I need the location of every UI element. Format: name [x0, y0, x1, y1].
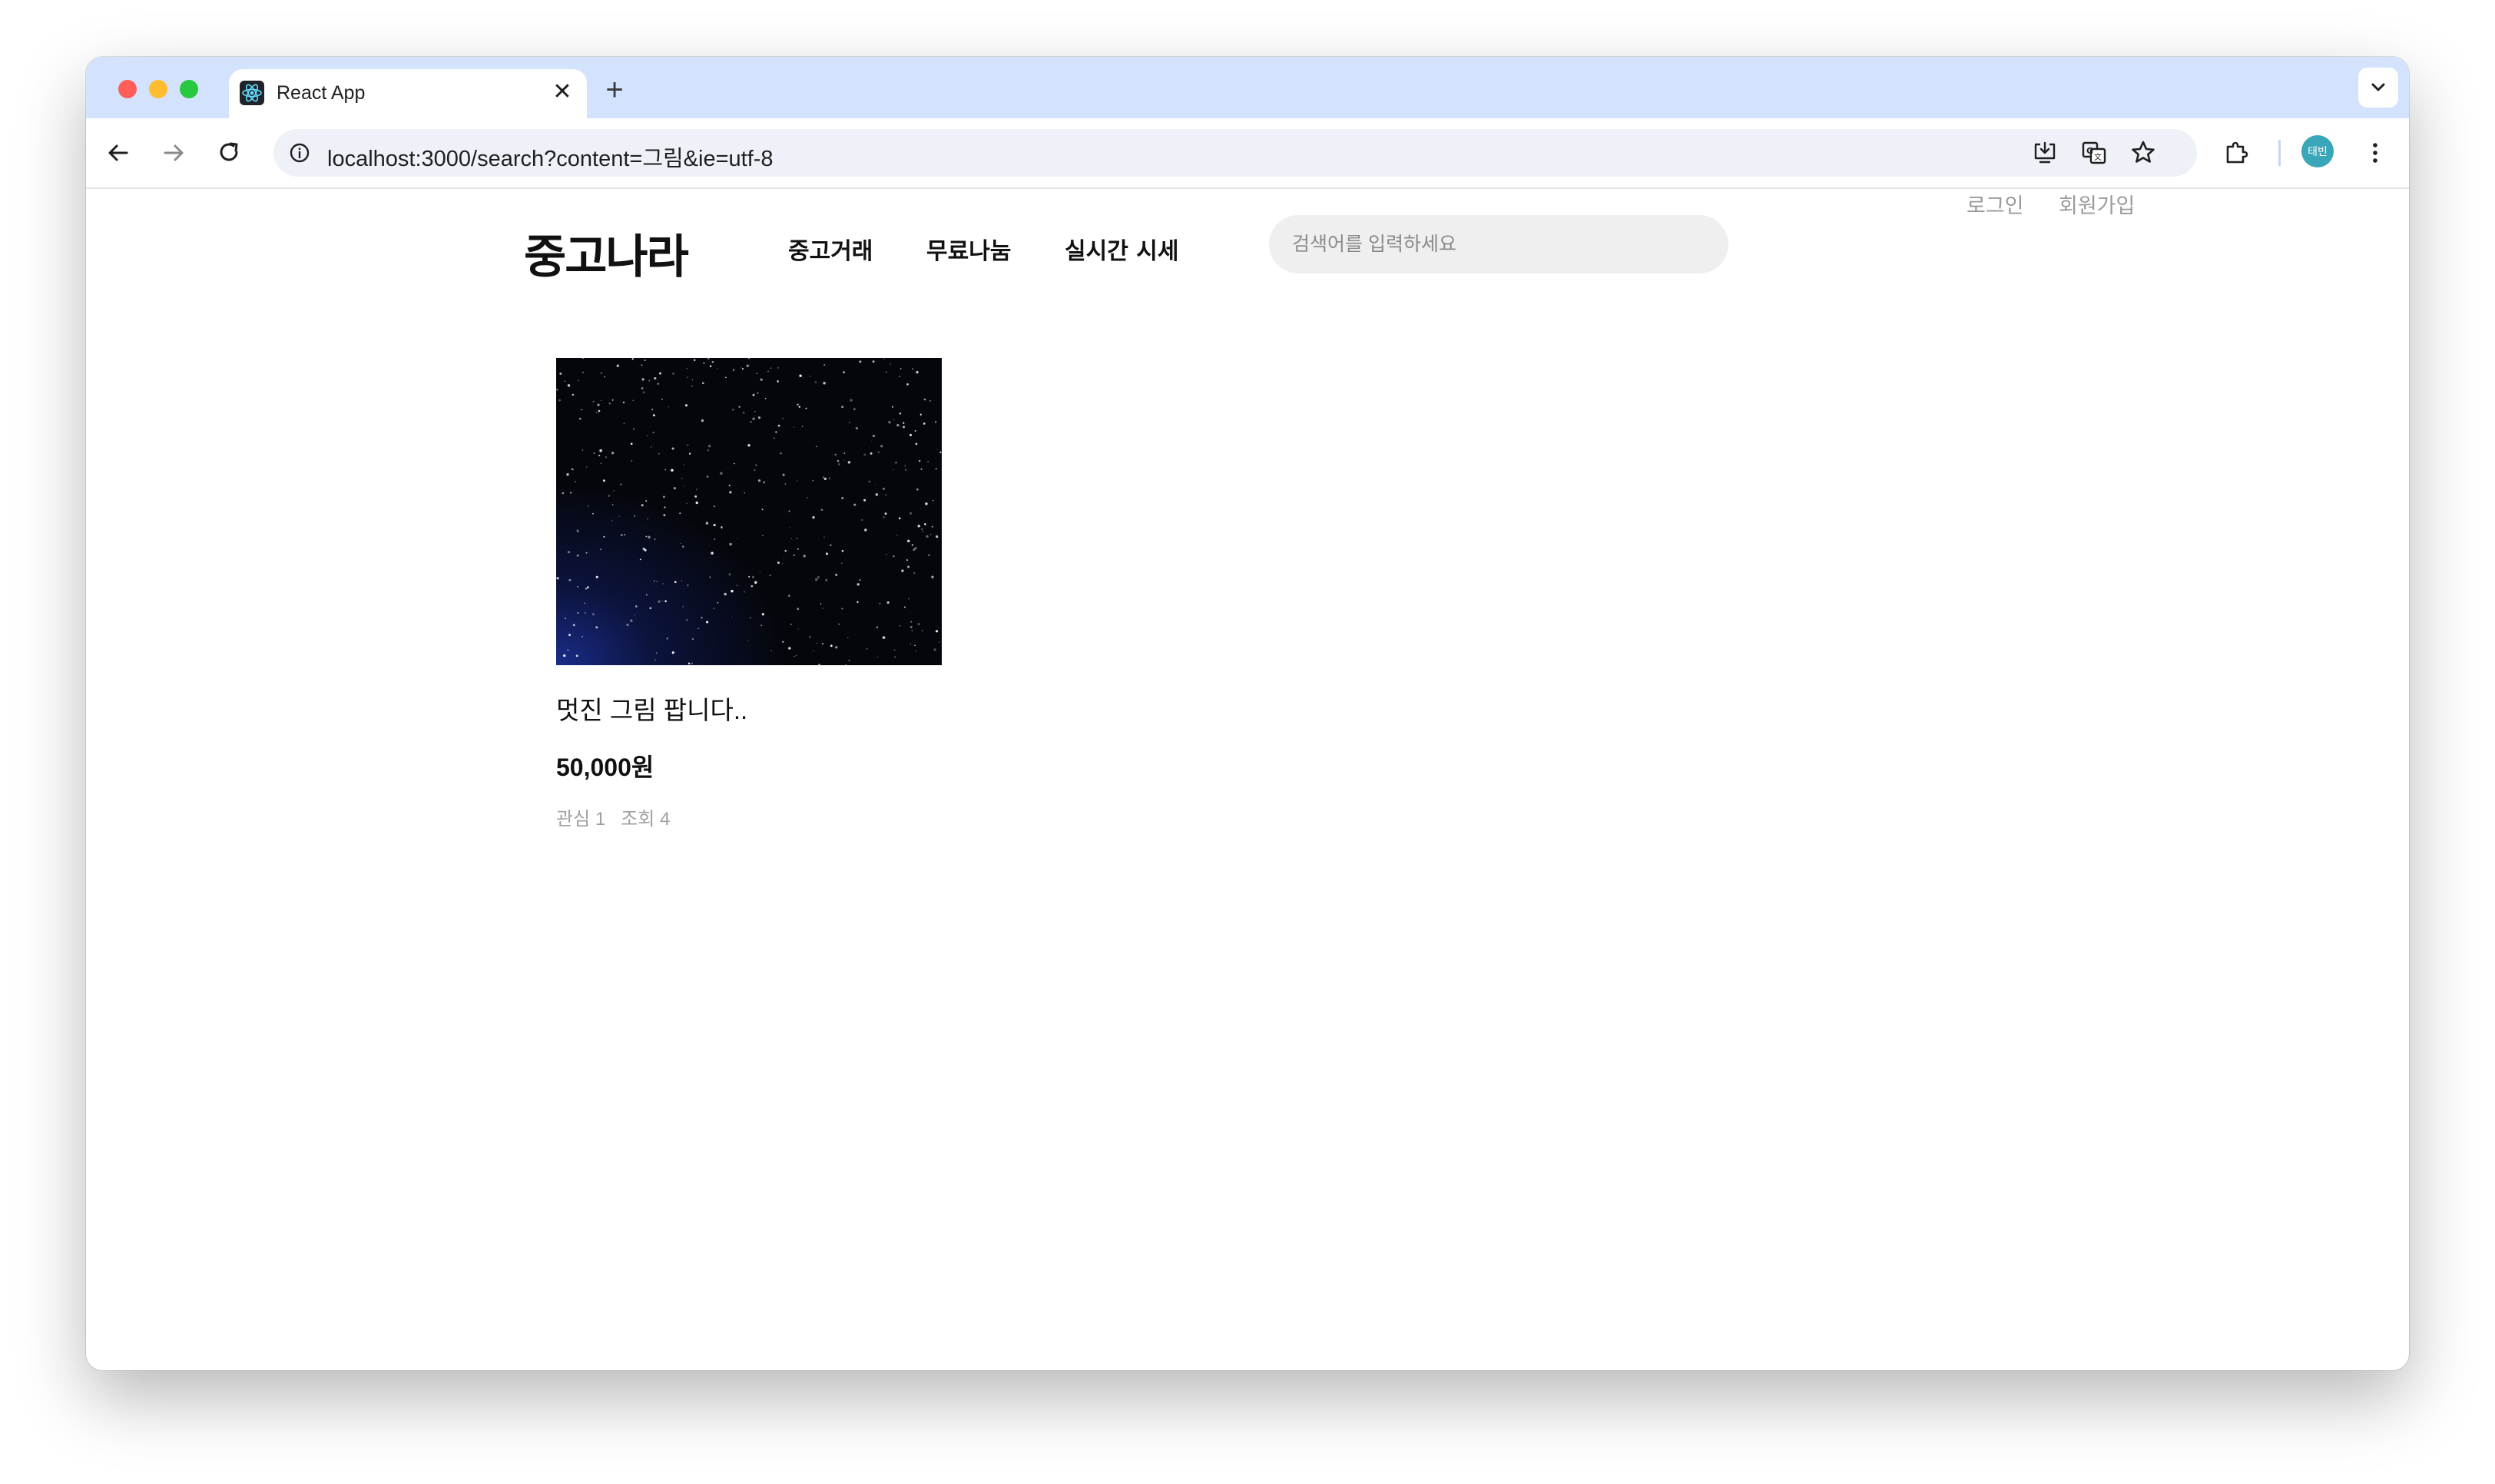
new-tab-plus-icon[interactable]: + [598, 74, 631, 108]
url-text: localhost:3000/search?content=그림&ie=utf-… [327, 147, 774, 171]
page-content: 중고나라 중고거래 무료나눔 실시간 시세 로그인 회원가입 멋진 그림 팝니다… [86, 189, 2409, 1370]
likes-count: 관심 1 [556, 809, 606, 830]
profile-avatar[interactable]: 태빈 [2301, 135, 2334, 167]
tab-search-dropdown-button[interactable] [2358, 68, 2398, 108]
toolbar-divider [2278, 140, 2281, 166]
product-title[interactable]: 멋진 그림 팝니다.. [556, 690, 942, 727]
minimize-window-button[interactable] [149, 80, 167, 98]
svg-text:文: 文 [2094, 152, 2102, 162]
search-input[interactable] [1269, 215, 1728, 273]
product-image[interactable] [556, 358, 942, 665]
nav-live-price[interactable]: 실시간 시세 [1065, 232, 1178, 266]
tab-strip: React App ✕ + [86, 57, 2409, 118]
maximize-window-button[interactable] [180, 80, 198, 98]
product-price: 50,000원 [556, 754, 654, 781]
login-link[interactable]: 로그인 [1967, 189, 2024, 219]
react-favicon-icon [240, 81, 264, 105]
info-icon[interactable] [287, 141, 312, 165]
address-bar[interactable]: localhost:3000/search?content=그림&ie=utf-… [273, 129, 2197, 177]
extensions-icon[interactable] [2222, 137, 2252, 168]
site-logo[interactable]: 중고나라 [524, 220, 689, 287]
more-vert-icon[interactable] [2360, 137, 2391, 168]
active-tab[interactable]: React App ✕ [229, 69, 587, 118]
nav-used-trade[interactable]: 중고거래 [788, 232, 873, 266]
close-window-button[interactable] [118, 80, 137, 98]
product-meta: 관심 1 조회 4 [556, 803, 942, 830]
install-app-icon[interactable] [2029, 137, 2060, 168]
nav-free-sharing[interactable]: 무료나눔 [926, 232, 1011, 266]
translate-icon[interactable]: G 文 [2079, 137, 2109, 168]
chevron-down-icon [2371, 83, 2385, 91]
back-arrow-icon[interactable] [103, 137, 134, 168]
tab-title: React App [277, 82, 366, 104]
forward-arrow-icon[interactable] [158, 137, 189, 168]
browser-window: React App ✕ + localhost:3000/search?cont… [86, 57, 2409, 1370]
views-count: 조회 4 [621, 809, 671, 830]
star-icon[interactable] [2128, 137, 2159, 168]
starfield-image [556, 358, 942, 665]
reload-icon[interactable] [214, 137, 244, 168]
svg-text:G: G [2086, 146, 2093, 156]
signup-link[interactable]: 회원가입 [2059, 189, 2135, 219]
browser-toolbar: localhost:3000/search?content=그림&ie=utf-… [86, 118, 2409, 189]
close-tab-icon[interactable]: ✕ [550, 80, 575, 104]
product-card[interactable]: 멋진 그림 팝니다.. 50,000원 관심 1 조회 4 [556, 358, 942, 830]
